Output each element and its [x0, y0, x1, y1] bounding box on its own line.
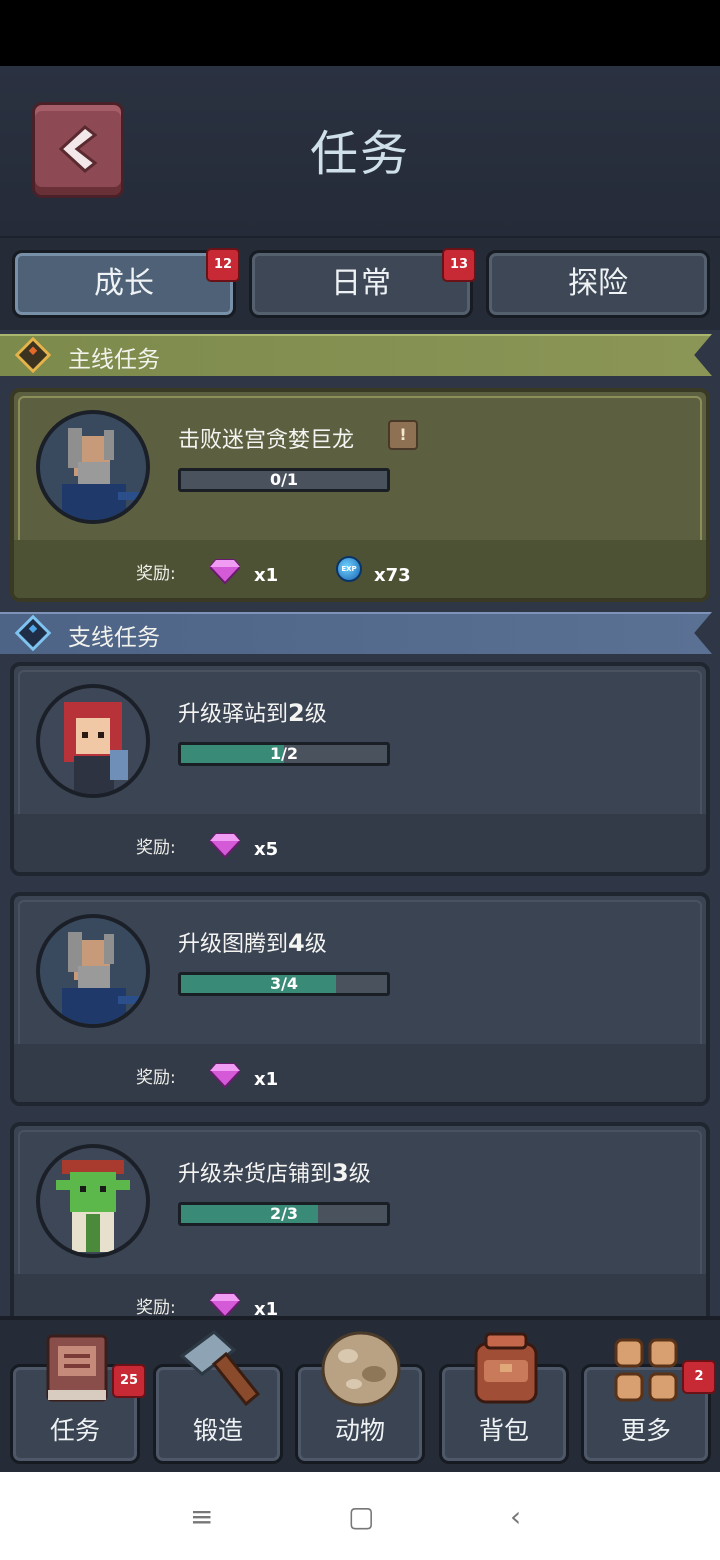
red-hair-girl-portrait-icon [64, 702, 128, 794]
progress-bar: 1/2 [178, 742, 390, 766]
progress-text: 1/2 [269, 744, 299, 763]
status-bar [0, 0, 720, 66]
progress-text: 0/1 [269, 470, 299, 489]
tab-badge: 12 [206, 248, 240, 282]
egg-icon [321, 1331, 401, 1407]
page-title: 任务 [309, 126, 410, 182]
main-quest-header: 主线任务 [0, 334, 720, 378]
quest-book-icon [46, 1334, 108, 1402]
progress-bar: 3/4 [178, 972, 390, 996]
section-label: 主线任务 [68, 347, 160, 373]
avatar [36, 1144, 150, 1258]
header: 任务 [0, 66, 720, 240]
nav-label: 锻造 [192, 1416, 243, 1445]
bottom-nav: 任务 25 锻造 动物 背包 更多 2 [0, 1316, 720, 1472]
quest-title: 升级驿站到2级 [178, 699, 327, 727]
category-tabs: 成长 12 日常 13 探险 [0, 238, 720, 330]
reward-gem-quantity: x5 [254, 839, 279, 860]
section-label: 支线任务 [68, 625, 160, 651]
progress-bar: 2/3 [178, 1202, 390, 1226]
tab-explore[interactable]: 探险 [486, 250, 710, 318]
gem-icon [210, 559, 240, 584]
info-icon[interactable]: ! [388, 420, 418, 450]
progress-text: 2/3 [269, 1204, 299, 1223]
tab-label: 探险 [568, 266, 628, 301]
quest-card[interactable]: 击败迷宫贪婪巨龙 ! 0/1 奖励: x1 EXP x73 [10, 388, 710, 602]
avatar [36, 914, 150, 1028]
nav-badge: 25 [112, 1364, 146, 1398]
reward-gem-quantity: x1 [254, 1069, 279, 1090]
nav-label: 更多 [620, 1416, 671, 1445]
nav-label: 背包 [478, 1416, 529, 1445]
home-icon[interactable]: ▢ [348, 1500, 374, 1533]
gem-icon [210, 1293, 240, 1318]
old-sage-portrait-icon [62, 428, 140, 520]
quest-title: 升级杂货店铺到3级 [178, 1159, 371, 1187]
old-sage-portrait-icon [62, 932, 140, 1024]
tab-badge: 13 [442, 248, 476, 282]
nav-badge: 2 [682, 1360, 716, 1394]
nav-label: 任务 [49, 1416, 100, 1445]
reward-gem-quantity: x1 [254, 565, 279, 586]
back-icon[interactable]: ‹ [510, 1500, 521, 1533]
reward-label: 奖励: [136, 1068, 176, 1088]
backpack-icon [474, 1332, 538, 1404]
quest-card[interactable]: 升级图腾到4级 3/4 奖励: x1 [10, 892, 710, 1106]
quest-title: 击败迷宫贪婪巨龙 [178, 428, 355, 453]
reward-label: 奖励: [136, 838, 176, 858]
quest-title: 升级图腾到4级 [178, 929, 327, 957]
quest-card[interactable]: 升级杂货店铺到3级 2/3 奖励: x1 [10, 1122, 710, 1336]
tab-label: 成长 [94, 266, 154, 301]
goblin-merchant-portrait-icon [56, 1160, 130, 1252]
quest-screen: 任务 成长 12 日常 13 探险 主线任务 击败迷宫贪婪巨龙 ! 0/1 奖励… [0, 66, 720, 1472]
tab-label: 日常 [331, 266, 391, 301]
system-nav-bar: ≡ ▢ ‹ [0, 1472, 720, 1560]
menu-icon[interactable]: ≡ [190, 1500, 213, 1533]
quest-card[interactable]: 升级驿站到2级 1/2 奖励: x5 [10, 662, 710, 876]
tab-daily[interactable]: 日常 [249, 250, 473, 318]
exp-orb-icon: EXP [336, 556, 362, 582]
gem-icon [210, 833, 240, 858]
progress-text: 3/4 [269, 974, 299, 993]
reward-exp-quantity: x73 [374, 565, 411, 586]
reward-label: 奖励: [136, 564, 176, 584]
hammer-icon [179, 1330, 261, 1407]
gem-icon [210, 1063, 240, 1088]
tab-growth[interactable]: 成长 [12, 250, 236, 318]
reward-label: 奖励: [136, 1298, 176, 1318]
nav-label: 动物 [334, 1416, 385, 1445]
avatar [36, 410, 150, 524]
grid-more-icon [614, 1338, 678, 1402]
side-quest-header: 支线任务 [0, 612, 720, 656]
progress-bar: 0/1 [178, 468, 390, 492]
avatar [36, 684, 150, 798]
